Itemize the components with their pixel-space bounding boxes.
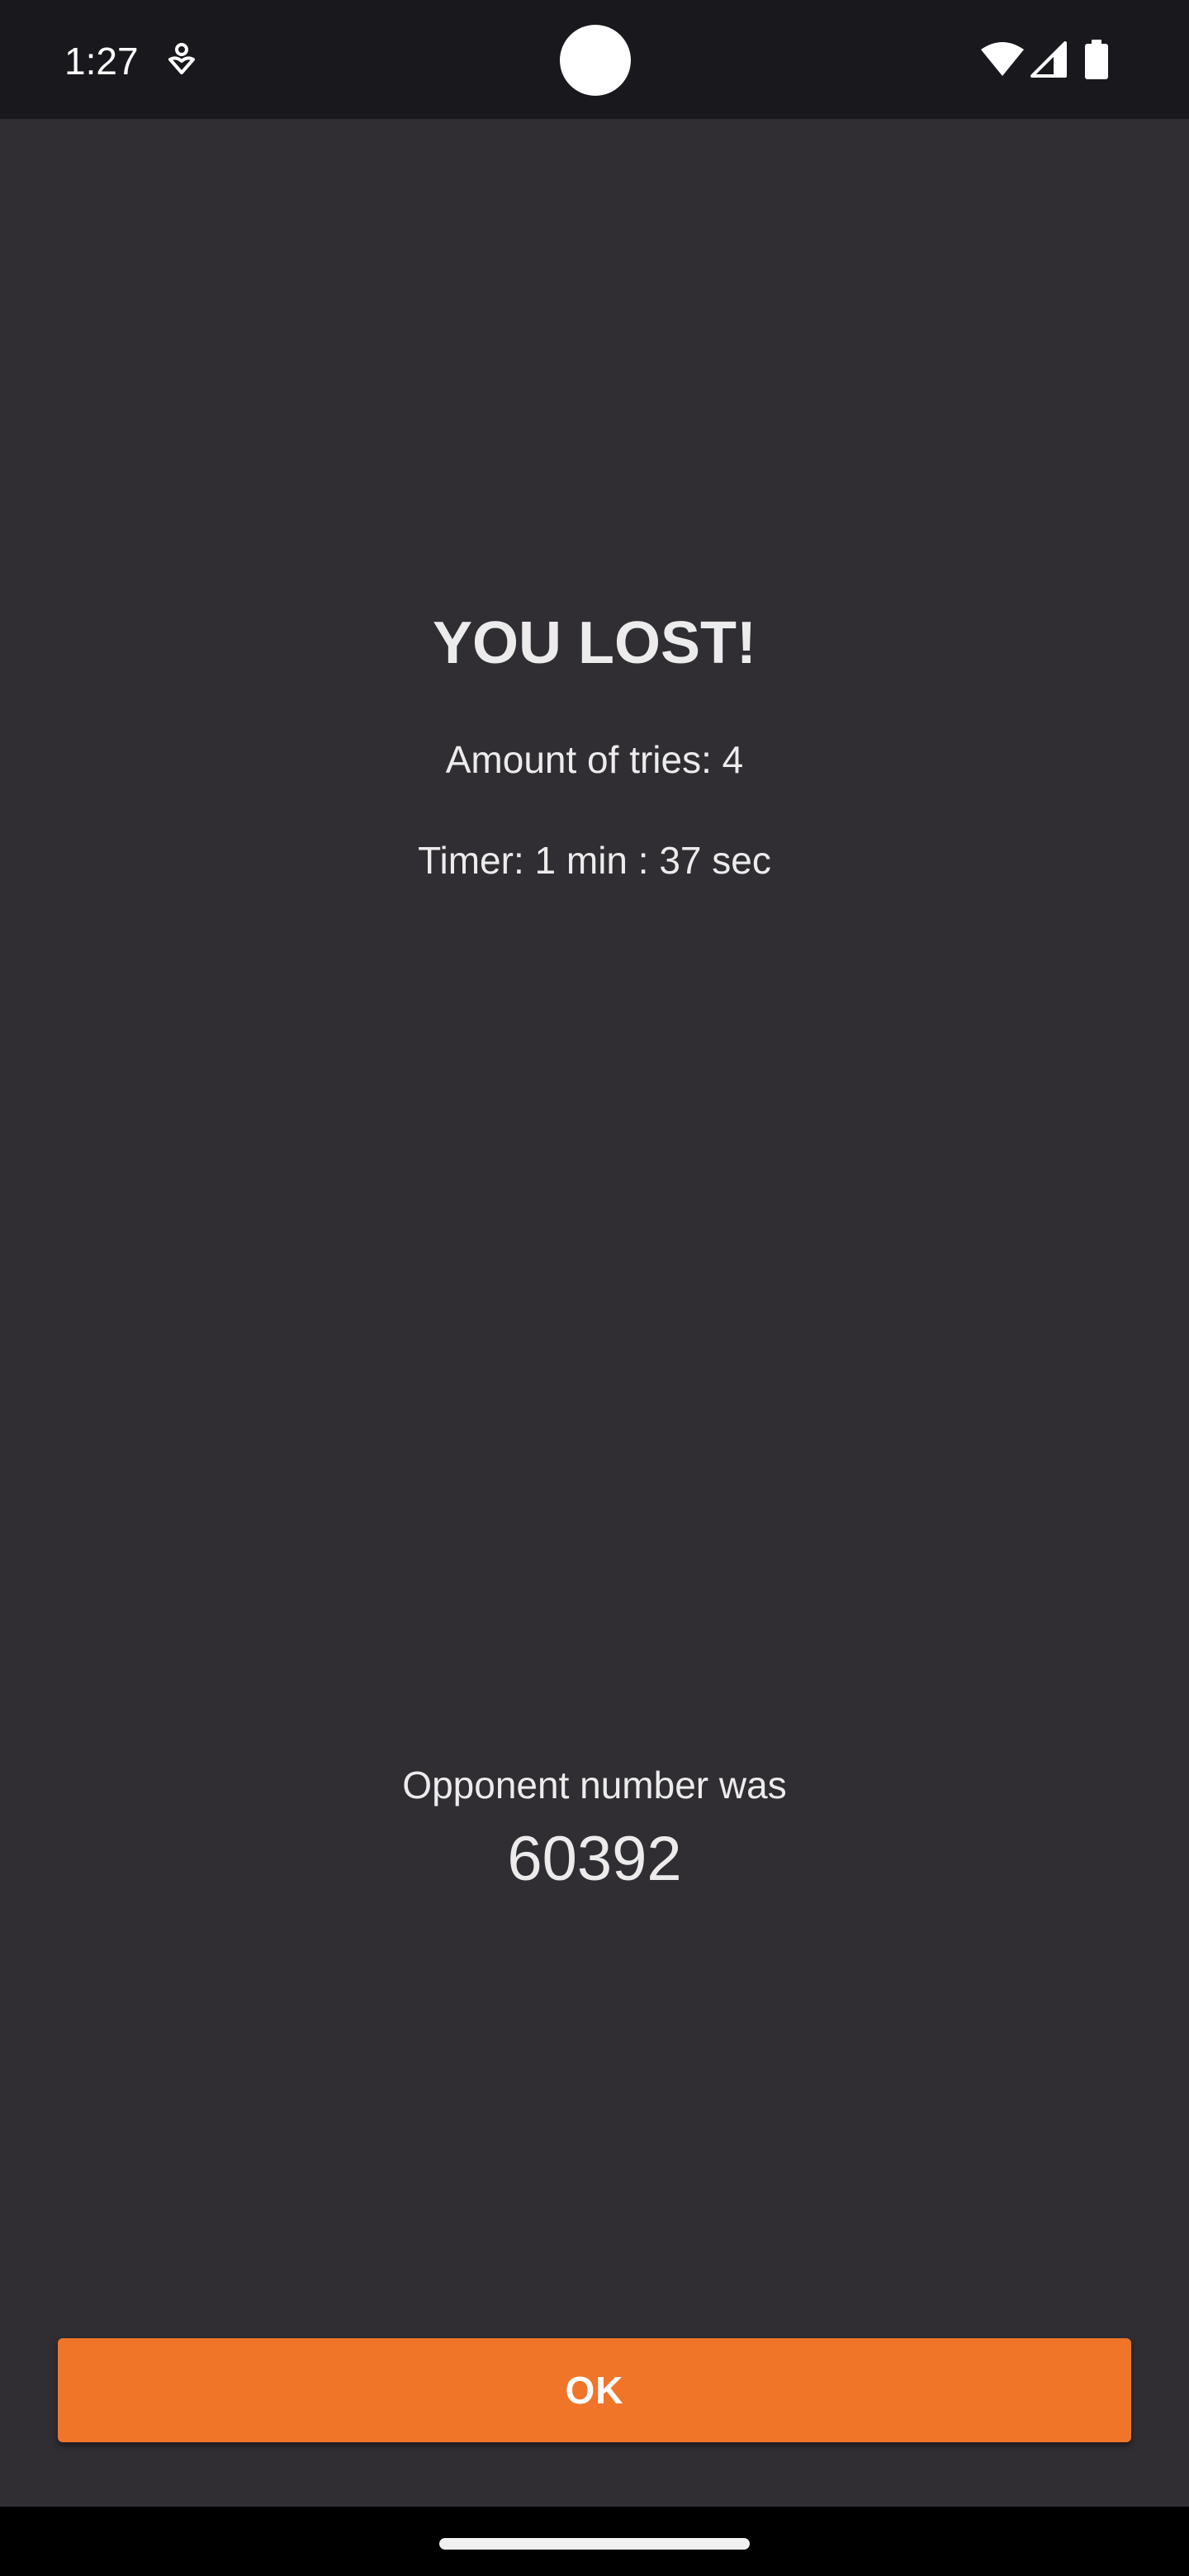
- timer-value: Timer: 1 min : 37 sec: [418, 839, 771, 882]
- opponent-number-label: Opponent number was: [402, 1764, 787, 1807]
- navigation-bar: [0, 2507, 1189, 2576]
- game-result-screen: YOU LOST! Amount of tries: 4 Timer: 1 mi…: [0, 119, 1189, 2507]
- app-notification-icon: [168, 43, 195, 74]
- camera-cutout: [560, 25, 631, 96]
- gesture-handle[interactable]: [439, 2538, 750, 2550]
- status-time: 1:27: [64, 40, 139, 83]
- tries-count: Amount of tries: 4: [445, 738, 744, 781]
- ok-button[interactable]: OK: [58, 2338, 1131, 2442]
- wifi-icon: [981, 42, 1024, 76]
- result-title: YOU LOST!: [433, 610, 756, 676]
- opponent-number: 60392: [507, 1824, 682, 1894]
- phone-screen: 1:27 YOU LOST! Amount of tries: 4 Timer:…: [0, 0, 1189, 2576]
- battery-icon: [1085, 40, 1108, 79]
- signal-icon: [1030, 41, 1067, 78]
- status-bar: 1:27: [0, 0, 1189, 119]
